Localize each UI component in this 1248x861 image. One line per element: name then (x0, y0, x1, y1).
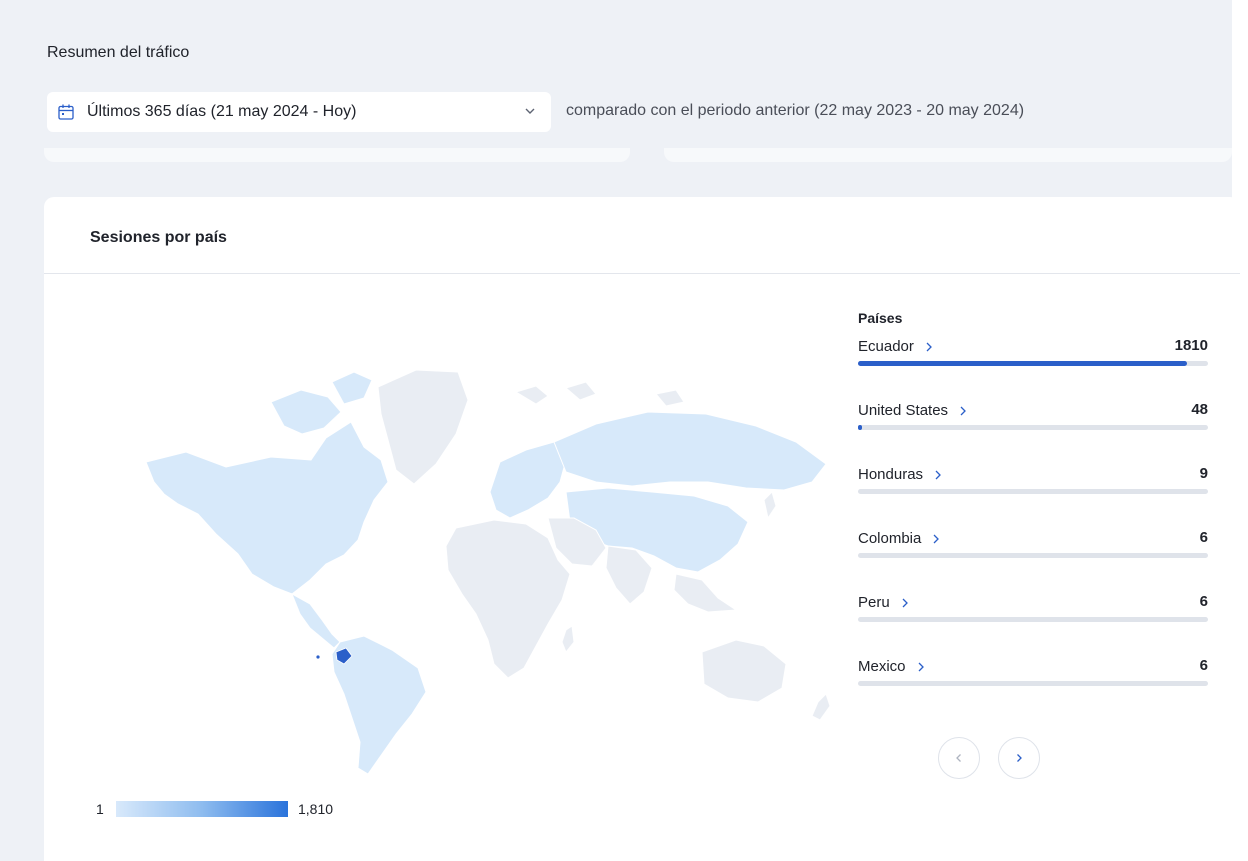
chevron-left-icon (956, 754, 961, 762)
chevron-right-icon (935, 470, 941, 479)
country-link[interactable]: Colombia (858, 530, 941, 547)
country-row: Honduras 9 (858, 460, 1208, 524)
country-row: United States 48 (858, 396, 1208, 460)
country-bar-track (858, 681, 1208, 686)
countries-header: Países (858, 310, 903, 326)
legend-gradient-bar (116, 801, 288, 817)
map-region-arctic-islands (514, 381, 685, 407)
map-region-russia (553, 411, 827, 491)
country-link[interactable]: Mexico (858, 658, 926, 675)
page: Resumen del tráfico Últimos 365 días (21… (0, 0, 1248, 861)
country-name: Peru (858, 594, 890, 611)
country-link[interactable]: Honduras (858, 466, 943, 483)
world-map (145, 369, 831, 775)
summary-card-edge (44, 148, 630, 162)
legend-max-label: 1,810 (298, 801, 334, 817)
chevron-right-icon (902, 598, 908, 607)
date-range-dropdown[interactable]: Últimos 365 días (21 may 2024 - Hoy) (47, 92, 551, 132)
country-name: Honduras (858, 466, 924, 483)
country-bar-track (858, 553, 1208, 558)
country-value: 6 (1199, 593, 1208, 610)
country-bar-track (858, 489, 1208, 494)
country-name: Ecuador (858, 338, 914, 355)
map-region-central-america (291, 592, 341, 649)
country-bar-track (858, 425, 1208, 430)
calendar-icon (58, 104, 74, 120)
country-bar-fill (858, 425, 862, 430)
country-value: 48 (1191, 401, 1208, 418)
country-link[interactable]: Peru (858, 594, 910, 611)
chevron-right-icon (960, 406, 966, 415)
map-region-galapagos (316, 655, 320, 659)
previous-page-button[interactable] (938, 737, 980, 779)
map-region-japan (763, 491, 777, 520)
chevron-down-icon (525, 108, 535, 114)
country-row: Mexico 6 (858, 652, 1208, 716)
card-title: Sesiones por país (90, 229, 227, 246)
country-value: 1810 (1174, 337, 1208, 354)
country-value: 6 (1199, 657, 1208, 674)
page-title: Resumen del tráfico (47, 44, 190, 61)
countries-pagination (938, 737, 1040, 779)
chevron-right-icon (1017, 754, 1022, 762)
chevron-right-icon (933, 534, 940, 543)
country-bar-fill (858, 361, 1187, 366)
chevron-right-icon (926, 342, 932, 351)
country-bar-track (858, 617, 1208, 622)
map-region-madagascar (561, 625, 575, 653)
summary-cards-edge (44, 148, 1232, 162)
map-region-canada-islands (270, 371, 373, 435)
country-bar-track (858, 361, 1208, 366)
country-value: 9 (1199, 465, 1208, 482)
map-region-south-asia (605, 545, 653, 605)
sessions-by-country-card: Sesiones por país 1 1,810 Países Ecuador… (44, 197, 1240, 861)
card-header: Sesiones por país (44, 197, 1240, 274)
country-link[interactable]: United States (858, 402, 968, 419)
legend-min-label: 1 (96, 801, 104, 817)
map-region-greenland (377, 369, 469, 485)
countries-list: Países Ecuador 1810 United States 48 Hon… (858, 310, 1208, 716)
country-name: Colombia (858, 530, 922, 547)
next-page-button[interactable] (998, 737, 1040, 779)
map-region-africa (445, 519, 571, 679)
comparison-text: comparado con el periodo anterior (22 ma… (566, 102, 1025, 119)
country-row: Ecuador 1810 (858, 332, 1208, 396)
country-name: Mexico (858, 658, 906, 675)
map-region-australia (701, 639, 787, 703)
map-region-north-america (145, 421, 389, 595)
country-link[interactable]: Ecuador (858, 338, 934, 355)
country-name: United States (858, 402, 949, 419)
map-region-southeast-asia (673, 573, 738, 613)
chevron-right-icon (918, 662, 924, 671)
map-legend: 1 1,810 (96, 797, 333, 821)
map-region-europe (489, 441, 567, 519)
country-row: Colombia 6 (858, 524, 1208, 588)
map-region-new-zealand (811, 693, 831, 721)
country-row: Peru 6 (858, 588, 1208, 652)
country-value: 6 (1199, 529, 1208, 546)
date-range-label: Últimos 365 días (21 may 2024 - Hoy) (87, 103, 357, 120)
summary-card-edge (664, 148, 1232, 162)
